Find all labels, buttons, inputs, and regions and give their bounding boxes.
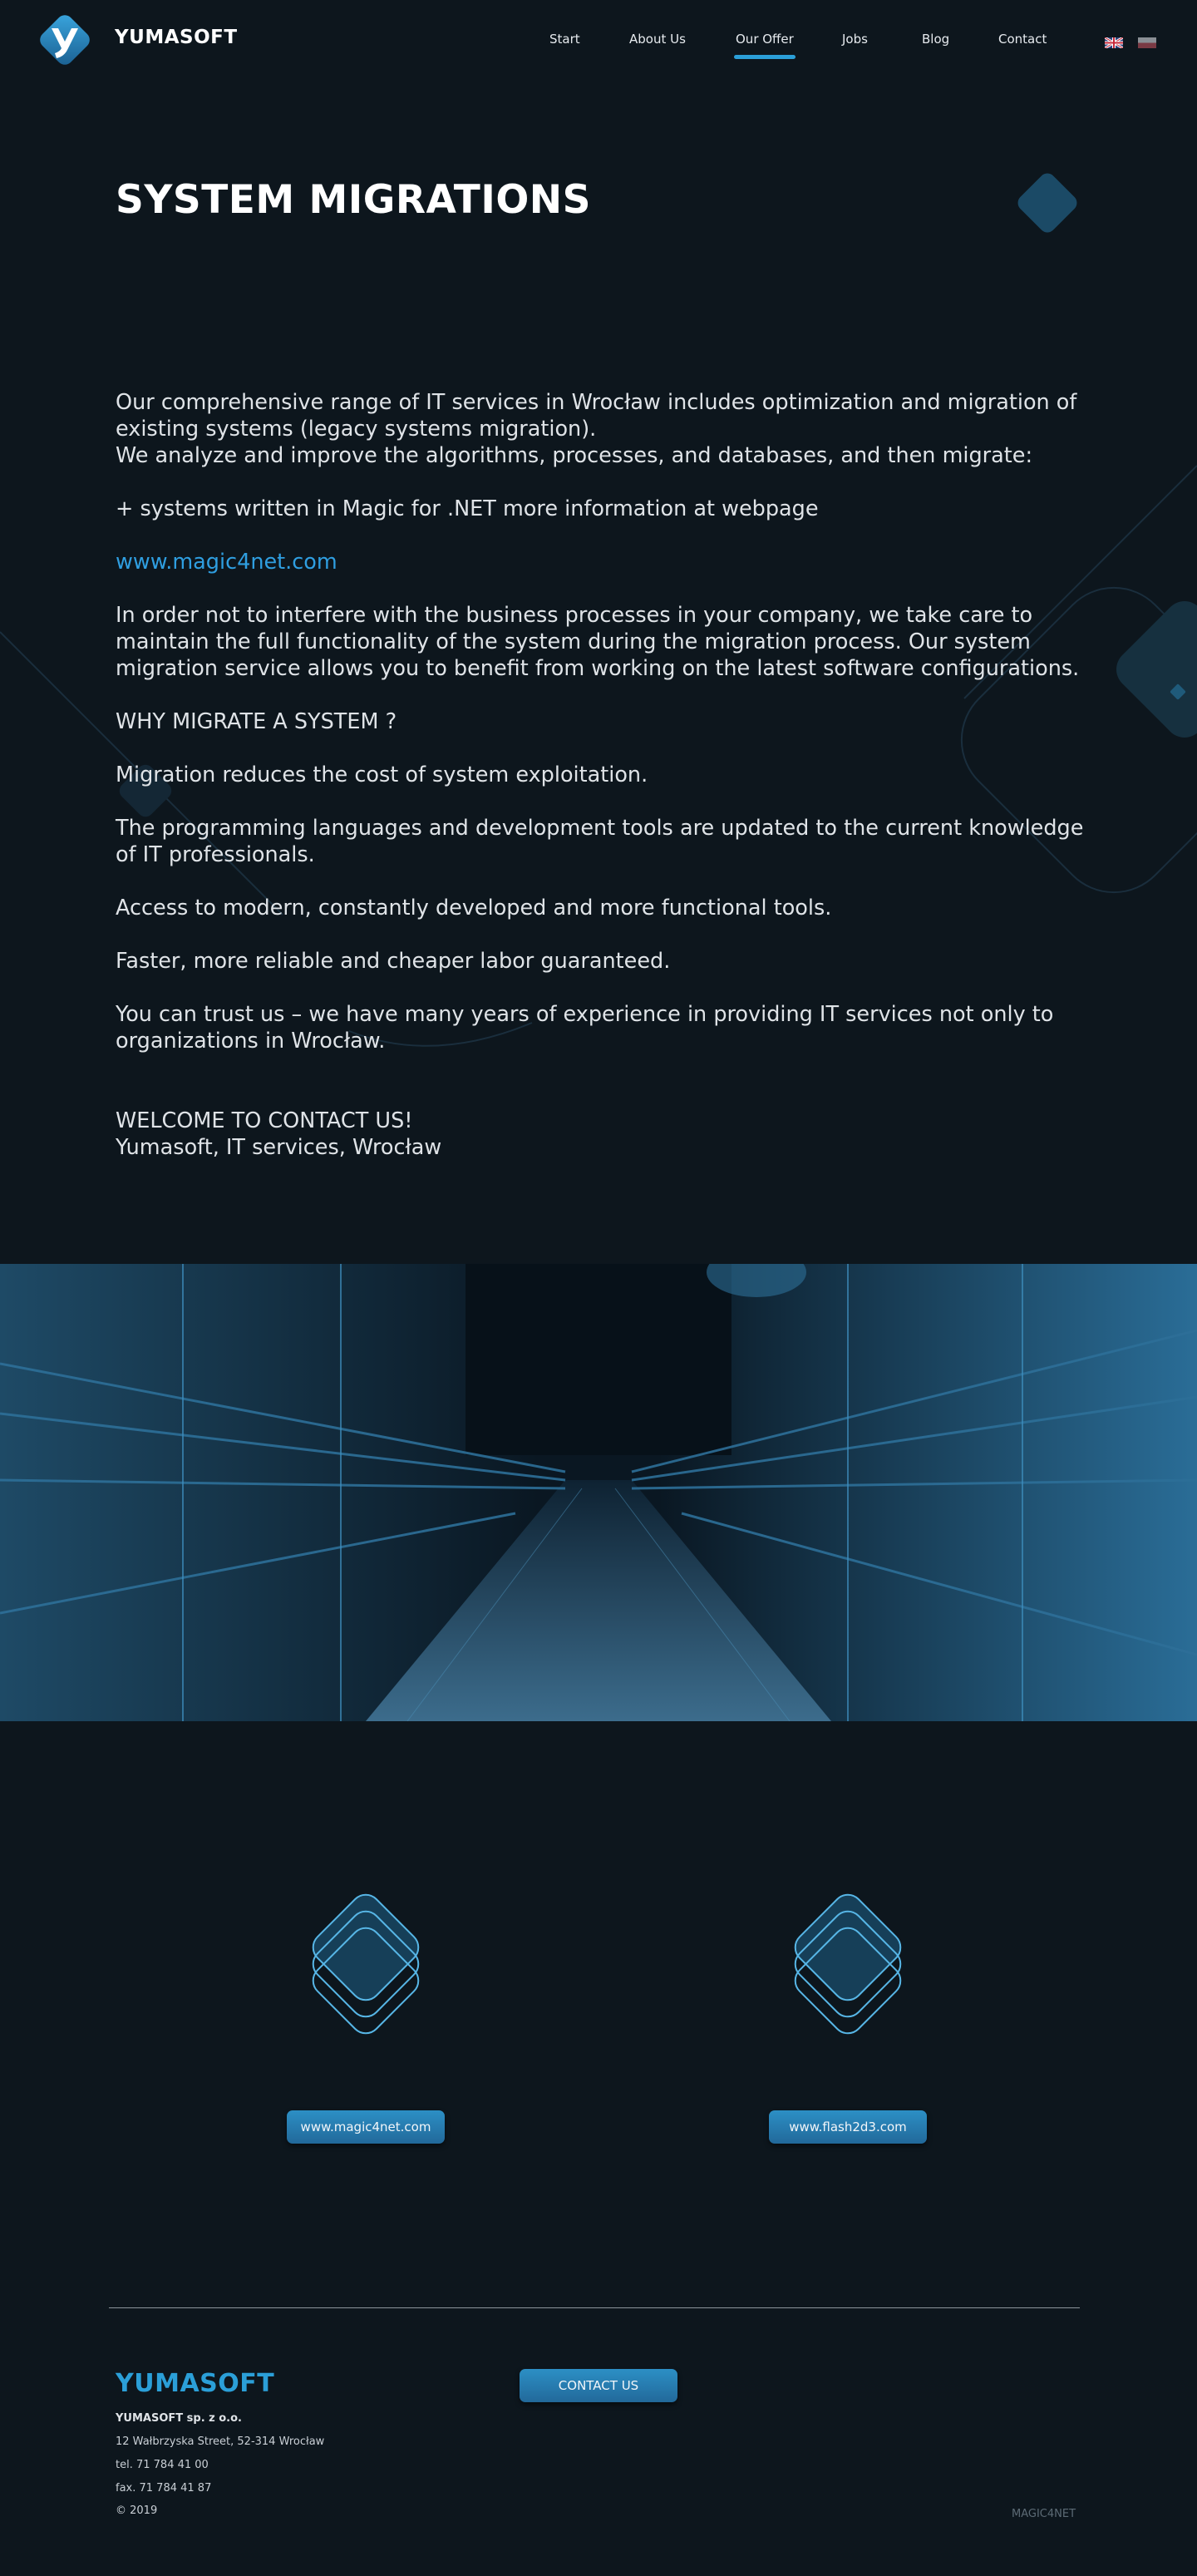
site-header: YUMASOFT Start About Us Our Offer Jobs B… xyxy=(0,0,1197,83)
data-center-corridor-image xyxy=(0,1264,1197,1721)
paragraph-intro: Our comprehensive range of IT services i… xyxy=(116,390,1077,442)
diamond-decoration-icon xyxy=(1017,173,1077,233)
footer-divider xyxy=(109,2307,1080,2308)
paragraph-magic: + systems written in Magic for .NET more… xyxy=(116,496,819,521)
paragraph-welcome: WELCOME TO CONTACT US! xyxy=(116,1108,413,1133)
main-nav: Start About Us Our Offer Jobs Blog Conta… xyxy=(0,32,1197,65)
nav-jobs[interactable]: Jobs xyxy=(842,32,868,47)
article-body: Our comprehensive range of IT services i… xyxy=(116,389,1088,1161)
flash2d3-button[interactable]: www.flash2d3.com xyxy=(769,2110,927,2144)
magic4net-button[interactable]: www.magic4net.com xyxy=(287,2110,445,2144)
paragraph-faster: Faster, more reliable and cheaper labor … xyxy=(116,949,671,974)
paragraph-languages: The programming languages and developmen… xyxy=(116,816,1084,867)
page-title: SYSTEM MIGRATIONS xyxy=(116,177,591,223)
en-flag-icon[interactable] xyxy=(1105,37,1123,48)
paragraph-business: In order not to interfere with the busin… xyxy=(116,603,1080,681)
magic4net-partner-icon xyxy=(312,1893,420,2035)
nav-start[interactable]: Start xyxy=(549,32,580,47)
footer-copyright: © 2019 xyxy=(116,2504,158,2517)
paragraph-cost: Migration reduces the cost of system exp… xyxy=(116,762,648,787)
nav-blog[interactable]: Blog xyxy=(922,32,949,47)
flash2d3-partner-icon xyxy=(794,1893,902,2035)
paragraph-signature: Yumasoft, IT services, Wrocław xyxy=(116,1135,442,1160)
nav-contact[interactable]: Contact xyxy=(998,32,1047,47)
magic4net-link[interactable]: www.magic4net.com xyxy=(116,550,337,575)
nav-about-us[interactable]: About Us xyxy=(629,32,686,47)
paragraph-analyze: We analyze and improve the algorithms, p… xyxy=(116,443,1033,468)
nav-our-offer[interactable]: Our Offer xyxy=(734,32,796,59)
magic4net-footer-link[interactable]: MAGIC4NET xyxy=(1012,2508,1076,2520)
contact-us-button[interactable]: CONTACT US xyxy=(520,2369,677,2402)
footer-company: YUMASOFT sp. z o.o. xyxy=(116,2412,242,2425)
pl-flag-icon[interactable] xyxy=(1138,37,1156,48)
footer-address: 12 Wałbrzyska Street, 52-314 Wrocław xyxy=(116,2435,325,2448)
footer-fax: fax. 71 784 41 87 xyxy=(116,2482,212,2495)
paragraph-access: Access to modern, constantly developed a… xyxy=(116,896,832,920)
footer-phone: tel. 71 784 41 00 xyxy=(116,2459,209,2471)
footer-logo[interactable]: YUMASOFT xyxy=(116,2369,274,2398)
paragraph-why: WHY MIGRATE A SYSTEM ? xyxy=(116,709,397,734)
paragraph-trust: You can trust us – we have many years of… xyxy=(116,1002,1054,1054)
